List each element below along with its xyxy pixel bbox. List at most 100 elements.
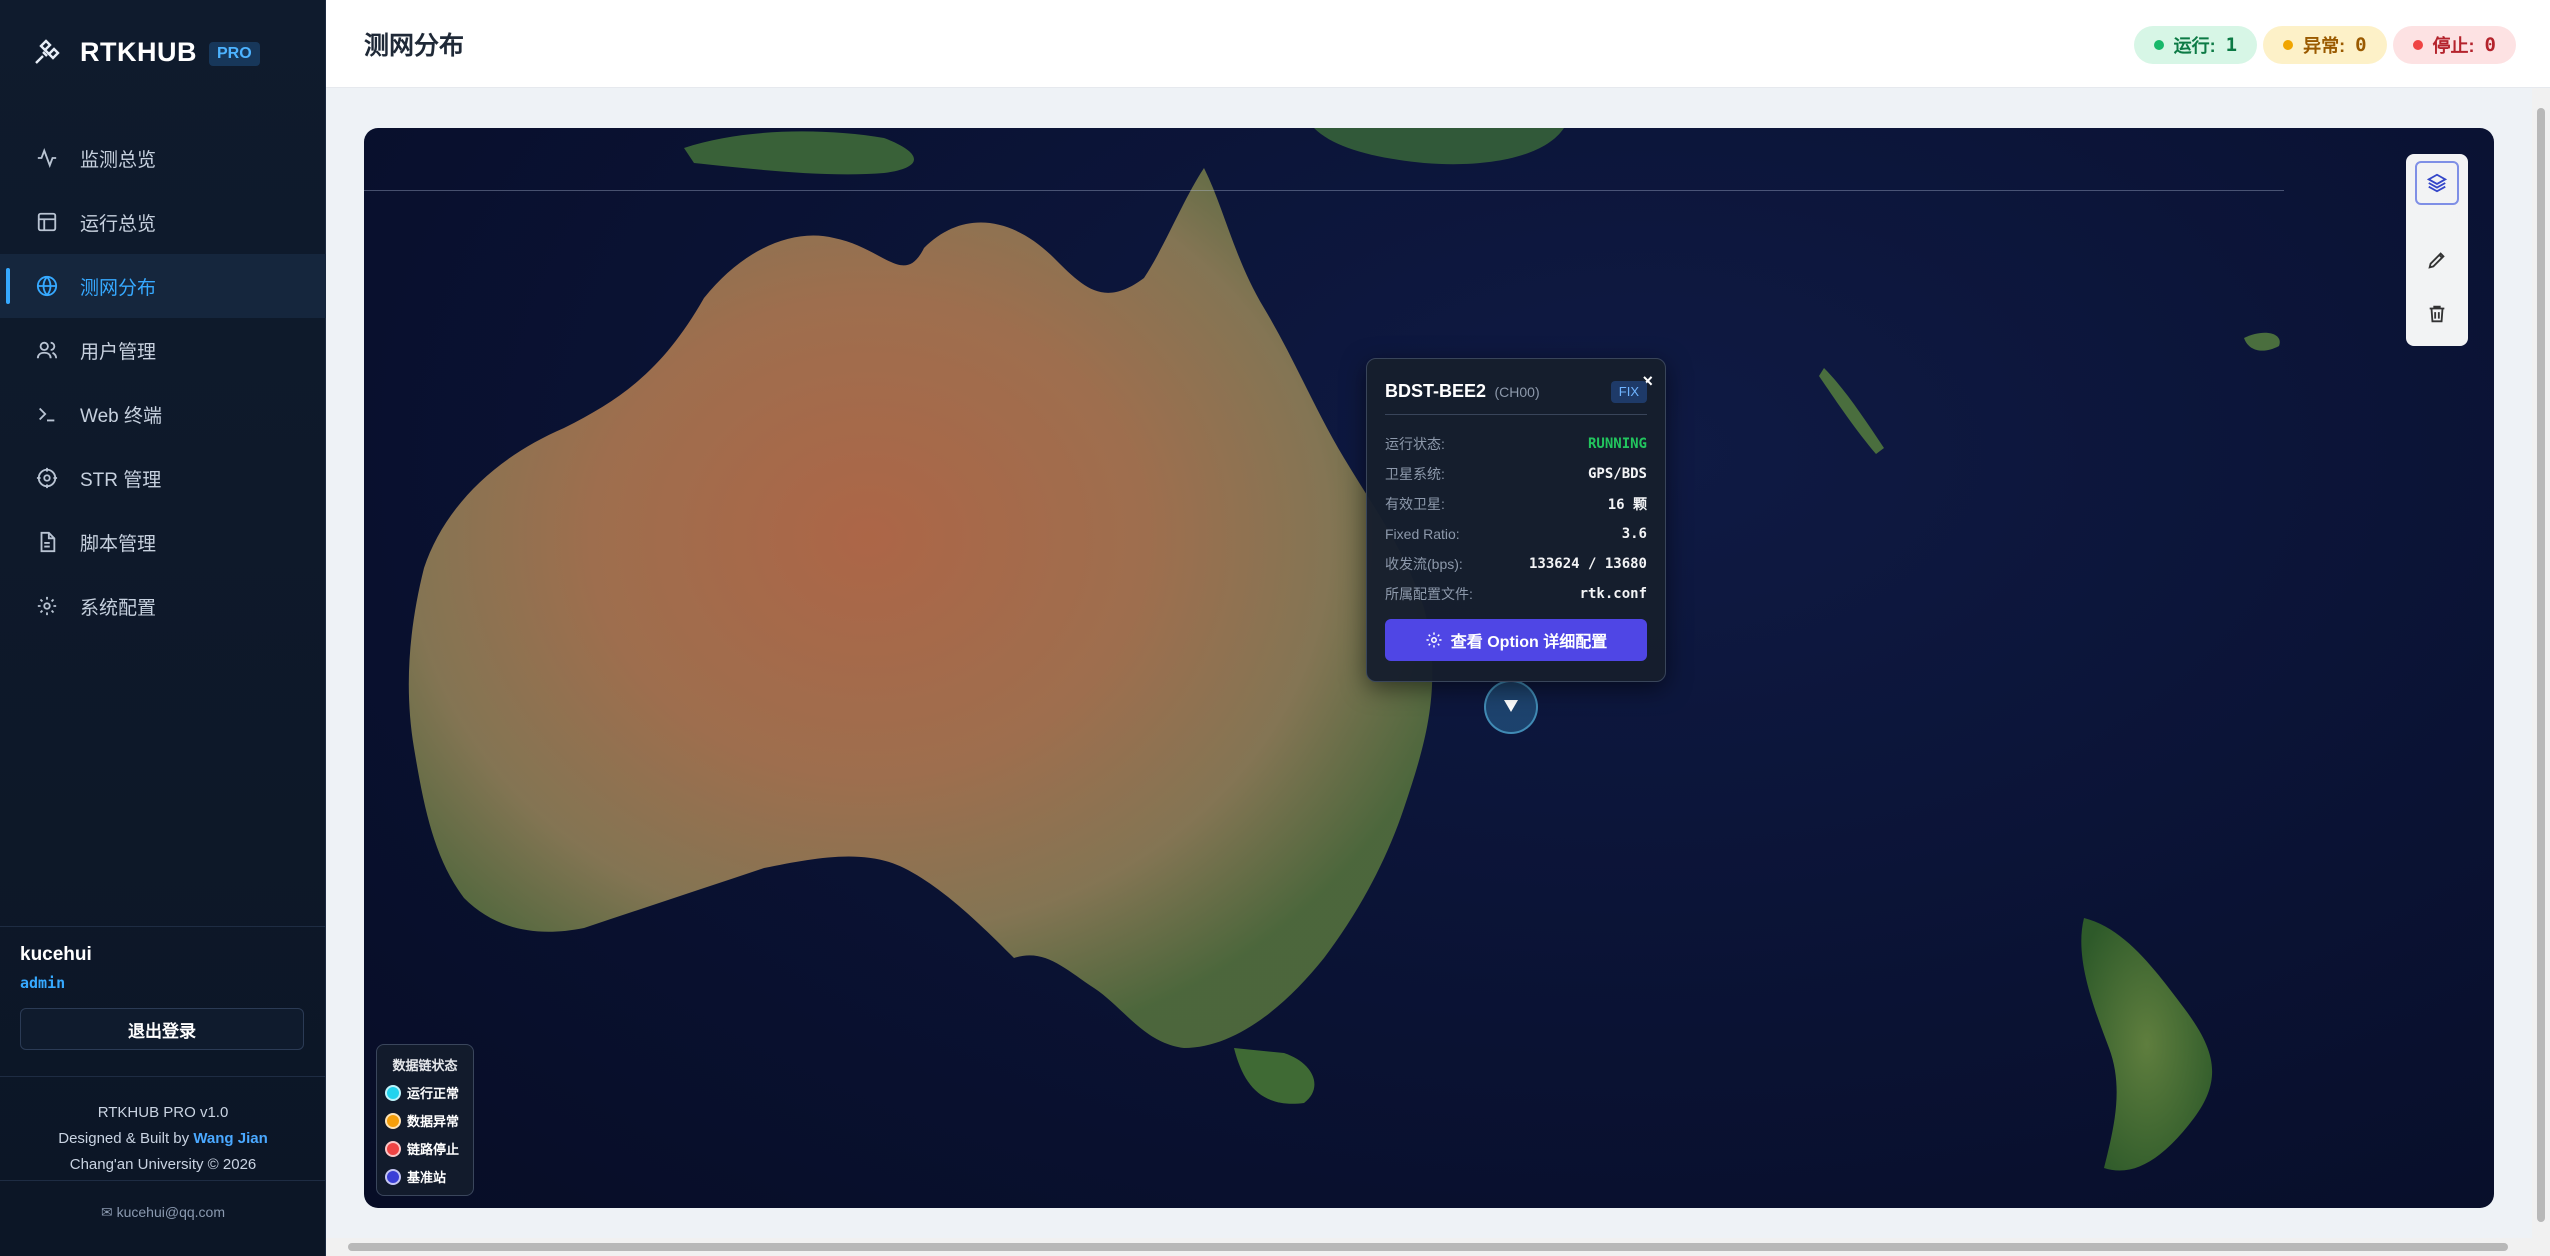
terminal-icon [36,403,58,425]
sidebar-item-settings[interactable]: 系统配置 [0,574,326,638]
email-text: kucehui@qq.com [116,1204,225,1220]
user-name: kucehui [20,944,92,965]
status-label: 停止: [2432,36,2475,56]
sidebar-item-label: STR 管理 [80,469,162,491]
status-badge-running: 运行: 1 [2133,26,2258,64]
globe-icon [36,275,58,297]
legend-item: 运行正常 [385,1083,465,1102]
sidebar-item-label: 系统配置 [80,597,157,619]
view-options-button[interactable]: 查看 Option 详细配置 [1385,619,1647,661]
fix-badge: FIX [1610,381,1647,403]
status-label: 运行: [2173,36,2216,56]
legend-label: 数据异常 [407,1114,460,1129]
map-legend: 数据链状态 运行正常 数据异常 链路停止 基准站 [376,1044,474,1196]
status-count: 0 [2484,34,2496,56]
sidebar-item-label: 用户管理 [80,341,157,363]
field-bitrate: 收发流(bps): 133624 / 13680 [1385,549,1647,579]
legend-swatch [385,1112,401,1129]
gear-icon [1426,632,1442,648]
target-icon [36,467,58,489]
map-overlay-line [364,190,2284,191]
field-label: 运行状态: [1385,436,1445,452]
users-icon [36,339,58,361]
credits: Designed & Built by Wang Jian [0,1126,326,1152]
field-config: 所属配置文件: rtk.conf [1385,579,1647,609]
field-value: 3.6 [1621,526,1647,542]
station-channel: (CH00) [1494,384,1540,400]
sidebar-item-users[interactable]: 用户管理 [0,318,326,382]
layers-button[interactable] [2415,161,2459,205]
organization: Chang'an University © 2026 [69,1156,257,1173]
divider [0,1076,326,1077]
sidebar-item-label: Web 终端 [80,405,163,427]
status-label: 异常: [2303,36,2346,56]
field-status: 运行状态: RUNNING [1385,429,1647,459]
brand-title: RTKHUB [80,36,197,67]
sidebar-nav: 监测总览 运行总览 测网分布 用户管理 Web 终端 STR 管理 脚本管理 系… [0,126,326,638]
status-pills: 运行: 1 异常: 0 停止: 0 [2133,26,2516,64]
satellite-icon [32,37,62,67]
sidebar-item-overview[interactable]: 运行总览 [0,190,326,254]
layers-icon [2426,173,2448,193]
field-value: 16 颗 [1607,497,1647,513]
scrollbar-thumb[interactable] [348,1243,2508,1251]
scrollbar-thumb[interactable] [2537,108,2545,1222]
field-gnss: 卫星系统: GPS/BDS [1385,459,1647,489]
station-name: BDST-BEE2 [1385,381,1487,401]
legend-title: 数据链状态 [392,1058,458,1073]
user-block: kucehui admin 退出登录 [20,944,306,1050]
status-dot [2283,40,2294,50]
status-count: 0 [2355,34,2367,56]
brand-badge: PRO [209,42,260,66]
status-dot [2153,40,2164,50]
field-label: 有效卫星: [1385,496,1445,512]
view-options-label: 查看 Option 详细配置 [1450,634,1608,651]
field-label: Fixed Ratio: [1385,526,1460,542]
field-satellites: 有效卫星: 16 颗 [1385,489,1647,519]
field-fixed-ratio: Fixed Ratio: 3.6 [1385,519,1647,549]
legend-item: 链路停止 [385,1139,465,1158]
legend-item: 基准站 [385,1167,465,1186]
logout-button[interactable]: 退出登录 [20,1008,304,1050]
sidebar-item-scripts[interactable]: 脚本管理 [0,510,326,574]
vertical-scrollbar[interactable] [2532,88,2550,1256]
field-label: 所属配置文件: [1385,586,1473,602]
sidebar-item-str[interactable]: STR 管理 [0,446,326,510]
main-content: × BDST-BEE2 (CH00) FIX 运行状态: RUNNING 卫星系… [326,88,2550,1256]
field-value: RUNNING [1587,436,1647,452]
popup-header: BDST-BEE2 (CH00) FIX [1385,381,1647,415]
sidebar-item-monitor[interactable]: 监测总览 [0,126,326,190]
sidebar-item-terminal[interactable]: Web 终端 [0,382,326,446]
page-title: 测网分布 [364,32,465,60]
draw-button[interactable] [2415,238,2459,282]
pencil-icon [2428,252,2445,269]
app-version: RTKHUB PRO v1.0 [97,1104,229,1121]
status-badge-stopped: 停止: 0 [2392,26,2516,64]
field-label: 收发流(bps): [1385,556,1463,572]
mail-icon: ✉ [100,1204,113,1220]
field-value: GPS/BDS [1587,466,1647,482]
author-link[interactable]: Wang Jian [193,1130,267,1147]
legend-swatch [385,1168,401,1185]
satellite-map[interactable]: × BDST-BEE2 (CH00) FIX 运行状态: RUNNING 卫星系… [364,128,2494,1208]
footer-email[interactable]: ✉ kucehui@qq.com [0,1204,326,1221]
station-popup: × BDST-BEE2 (CH00) FIX 运行状态: RUNNING 卫星系… [1366,358,1666,682]
legend-label: 链路停止 [407,1142,460,1157]
delete-button[interactable] [2415,292,2459,336]
field-value: rtk.conf [1579,586,1647,602]
file-icon [36,531,58,553]
map-toolbar [2406,154,2468,346]
status-count: 1 [2225,34,2238,56]
legend-label: 基准站 [407,1170,447,1185]
legend-item: 数据异常 [385,1111,465,1130]
legend-swatch [385,1140,401,1157]
activity-icon [36,147,58,169]
sidebar-item-network[interactable]: 测网分布 [0,254,326,318]
sidebar: RTKHUB PRO 监测总览 运行总览 测网分布 用户管理 Web 终端 ST… [0,0,326,1256]
horizontal-scrollbar[interactable] [326,1238,2550,1256]
user-role: admin [20,974,66,992]
sidebar-item-label: 脚本管理 [80,533,157,555]
sidebar-item-label: 监测总览 [80,149,157,171]
sidebar-item-label: 测网分布 [80,277,157,299]
status-badge-abnormal: 异常: 0 [2263,26,2387,64]
